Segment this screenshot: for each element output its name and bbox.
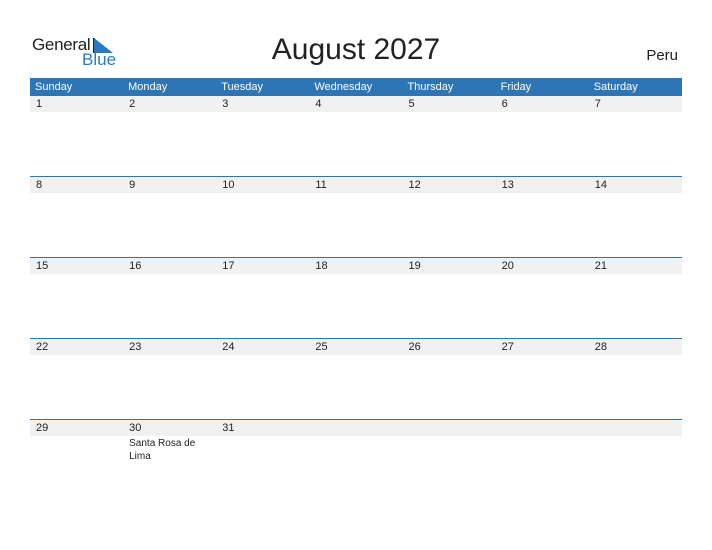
day-cell: 2: [129, 98, 136, 110]
weekday-friday: Friday: [500, 81, 532, 93]
weekday-sunday: Sunday: [35, 81, 73, 93]
week-row: 1 2 3 4 5 6 7: [30, 96, 682, 112]
day-cell: 24: [222, 341, 235, 353]
page-title: August 2027: [271, 33, 441, 66]
weekday-tuesday: Tuesday: [221, 81, 264, 93]
day-cell: 8: [36, 179, 43, 191]
day-cell: 21: [594, 260, 607, 272]
day-cell: 9: [129, 179, 136, 191]
day-cell: 6: [501, 98, 508, 110]
day-cell: [589, 420, 682, 436]
day-cell: 29: [36, 422, 49, 434]
day-cell: [309, 420, 402, 436]
day-cell: 13: [501, 179, 514, 191]
day-cell: 27: [501, 341, 514, 353]
day-cell: 20: [501, 260, 514, 272]
weekday-saturday: Saturday: [593, 81, 638, 93]
day-cell: 16: [129, 260, 142, 272]
day-cell: 3: [222, 98, 229, 110]
holiday-label: Santa Rosa de Lima: [129, 438, 196, 462]
day-cell: 18: [315, 260, 328, 272]
date-strip: 22 23 24 25 26 27 28: [30, 339, 682, 355]
week-row: 8 9 10 11 12 13 14: [30, 176, 682, 193]
day-cell: 12: [408, 179, 421, 191]
day-cell: 25: [315, 341, 328, 353]
date-strip: 1 2 3 4 5 6 7: [30, 96, 682, 112]
day-cell: 31: [222, 422, 235, 434]
week-row: 22 23 24 25 26 27 28: [30, 338, 682, 355]
day-cell: 22: [36, 341, 49, 353]
day-cell: 23: [129, 341, 142, 353]
day-cell: 4: [315, 98, 322, 110]
day-cell: 28: [594, 341, 607, 353]
day-cell: 19: [408, 260, 421, 272]
day-cell: 15: [36, 260, 49, 272]
day-cell: 14: [594, 179, 607, 191]
day-cell: [496, 420, 589, 436]
day-cell: 26: [408, 341, 421, 353]
country-label: Peru: [646, 47, 678, 64]
weekday-wednesday: Wednesday: [314, 81, 373, 93]
day-cell: [403, 420, 496, 436]
day-cell: 11: [315, 179, 327, 191]
day-cell: 10: [222, 179, 235, 191]
week-row: 29 30 Santa Rosa de Lima 31: [30, 419, 682, 462]
day-cell: 1: [36, 98, 43, 110]
weekday-thursday: Thursday: [407, 81, 454, 93]
date-strip: 8 9 10 11 12 13 14: [30, 177, 682, 193]
date-strip: 15 16 17 18 19 20 21: [30, 258, 682, 274]
week-row: 15 16 17 18 19 20 21: [30, 257, 682, 274]
day-cell: 30 Santa Rosa de Lima: [123, 420, 216, 462]
day-cell: 5: [408, 98, 415, 110]
weekday-header: Sunday Monday Tuesday Wednesday Thursday…: [30, 78, 682, 96]
weekday-monday: Monday: [128, 81, 168, 93]
day-cell: 7: [594, 98, 601, 110]
day-cell: 17: [222, 260, 235, 272]
date-strip: 29 30 Santa Rosa de Lima 31: [30, 420, 682, 462]
